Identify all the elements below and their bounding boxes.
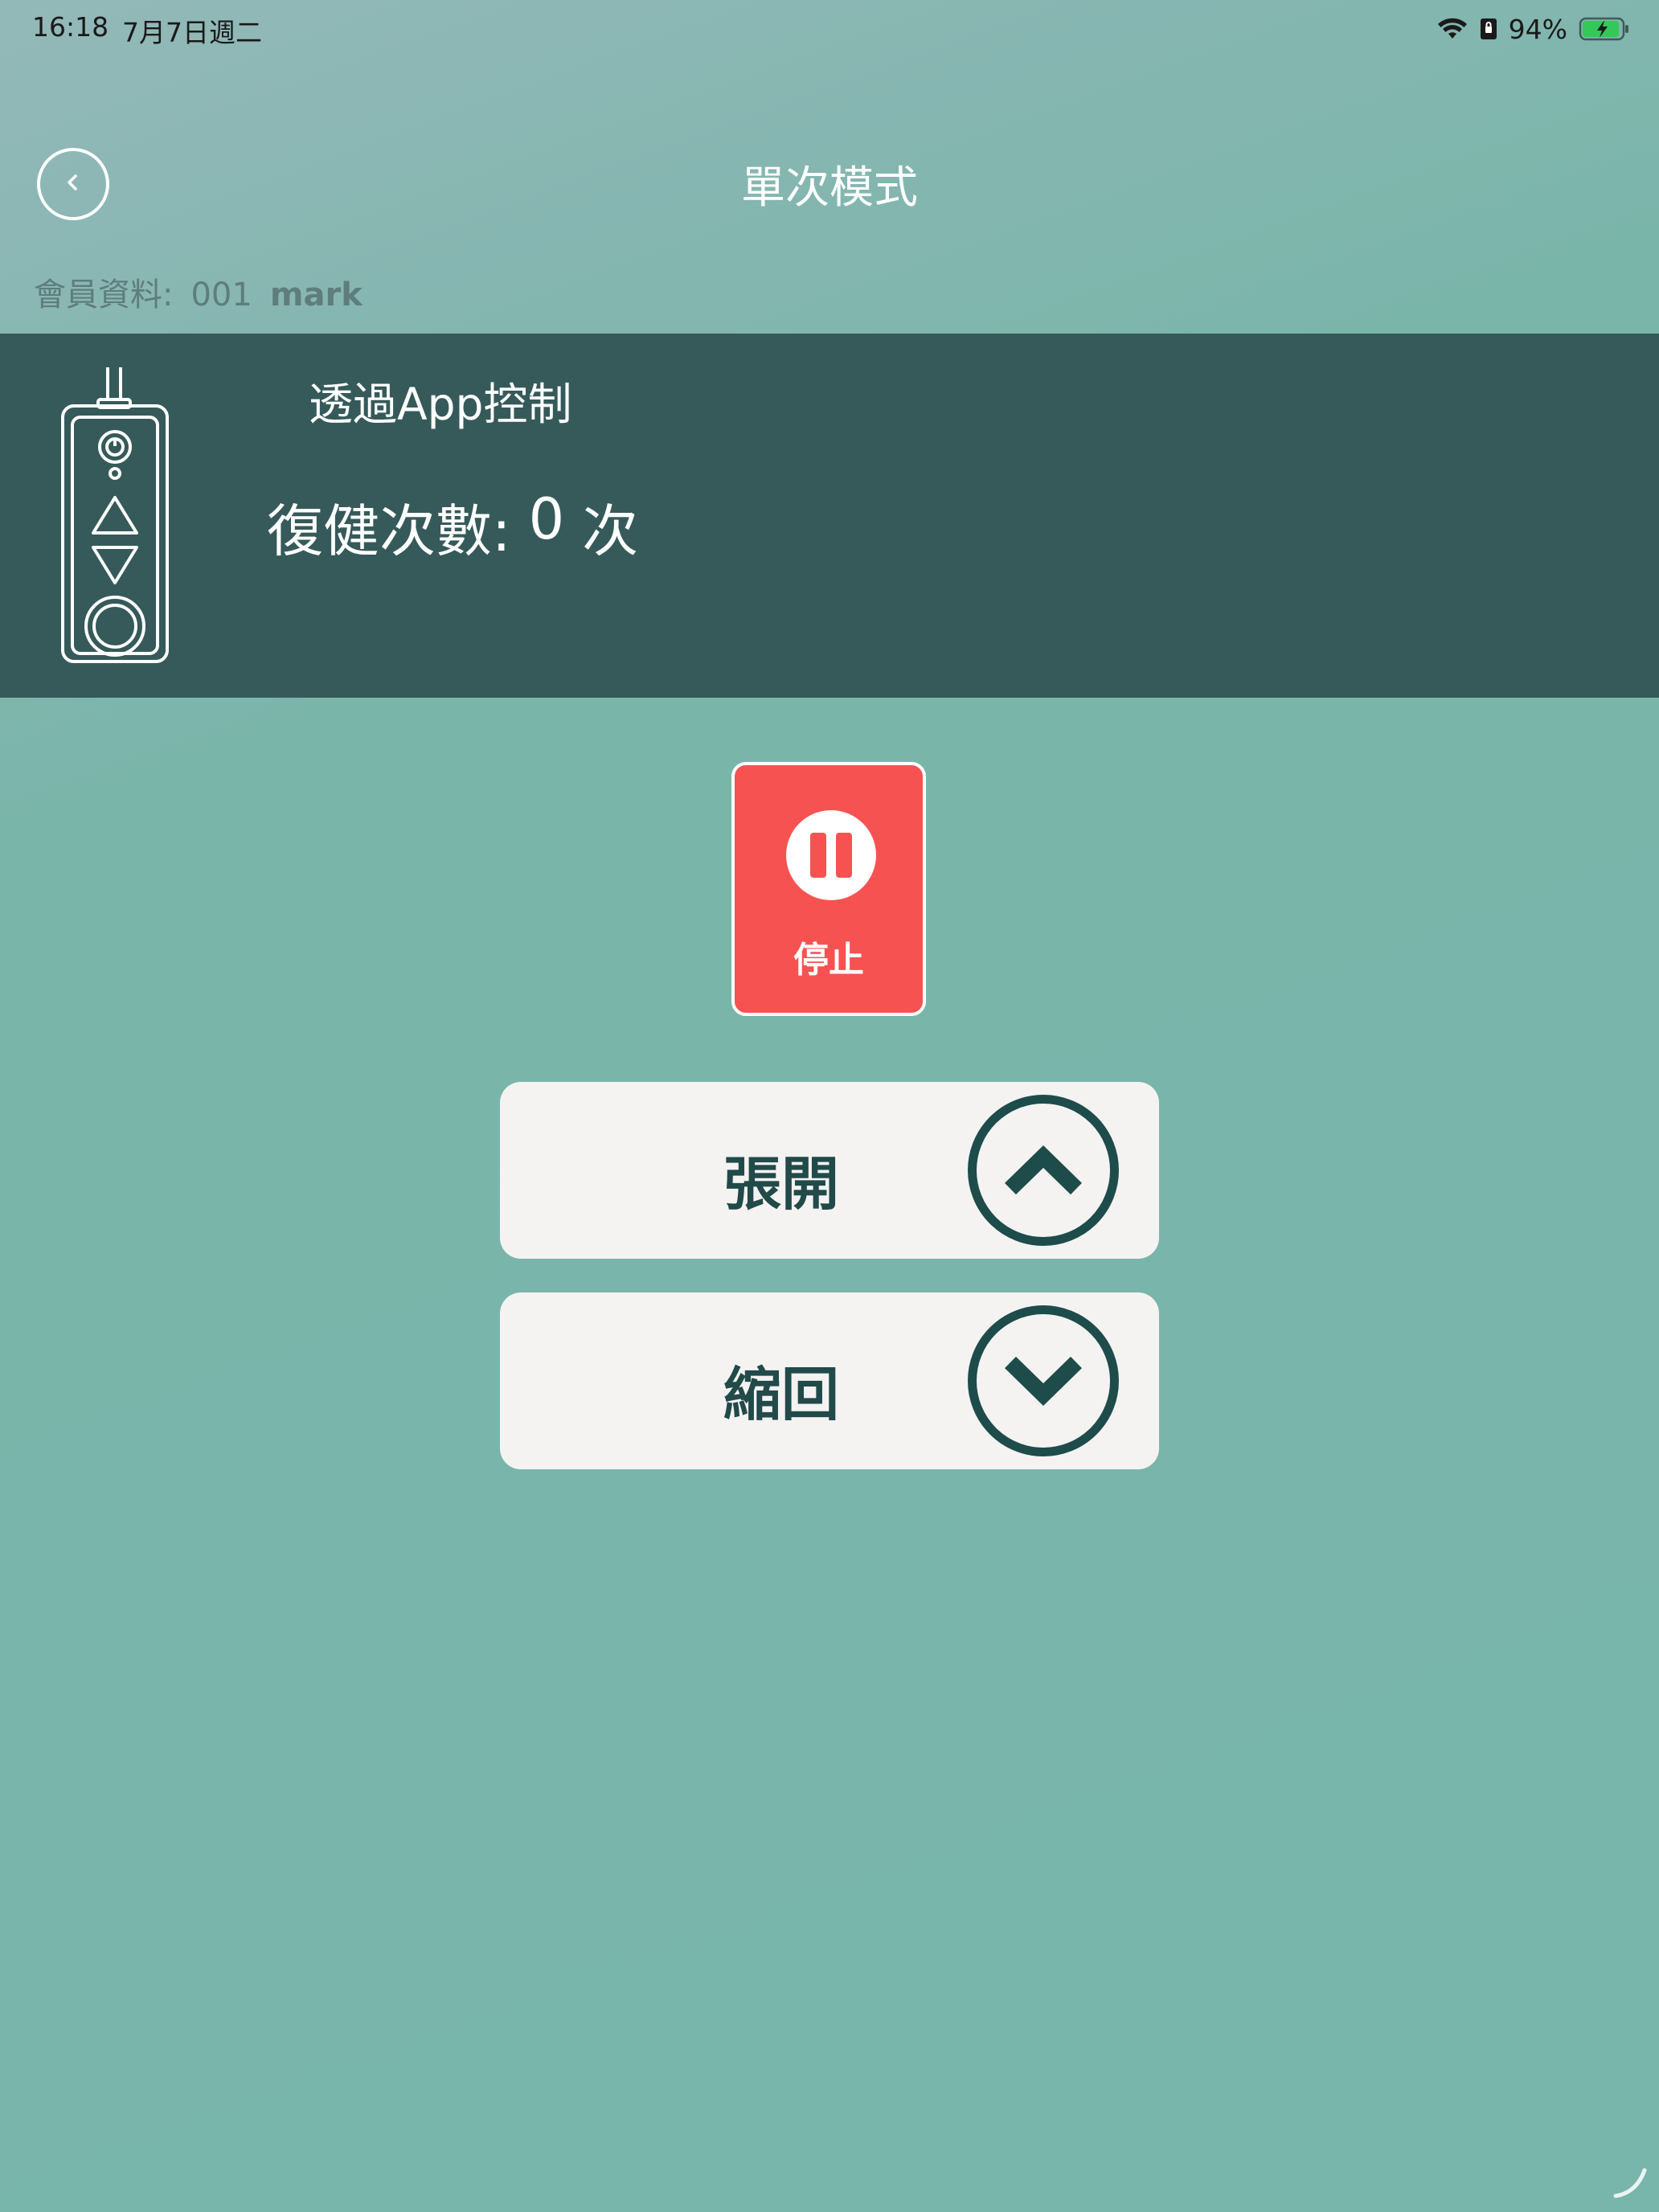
corner-handle-icon bbox=[1612, 2164, 1648, 2202]
stop-button[interactable]: 停止 bbox=[731, 762, 926, 1016]
status-date: 7月7日週二 bbox=[122, 17, 262, 48]
battery-charging-icon bbox=[1579, 16, 1630, 42]
lock-rotation-icon bbox=[1480, 17, 1497, 41]
control-mode-text: 透過App控制 bbox=[309, 379, 572, 430]
member-label: 會員資料: bbox=[34, 276, 174, 313]
status-time: 16:18 bbox=[32, 11, 109, 43]
member-id: 001 bbox=[190, 276, 252, 313]
chevron-down-icon bbox=[968, 1305, 1119, 1456]
rehab-count-label: 復健次數: bbox=[267, 498, 511, 564]
pause-icon bbox=[786, 810, 876, 900]
stop-label: 停止 bbox=[793, 940, 864, 981]
info-panel bbox=[0, 334, 1659, 698]
retract-button[interactable]: 縮回 bbox=[500, 1292, 1159, 1469]
rehab-count-value: 0 bbox=[528, 486, 565, 552]
page-title: 單次模式 bbox=[740, 162, 918, 213]
status-indicators: 94% bbox=[1436, 10, 1630, 48]
wifi-icon bbox=[1436, 17, 1469, 41]
open-button[interactable]: 張開 bbox=[500, 1082, 1159, 1259]
status-bar: 16:18 7月7日週二 94% bbox=[0, 0, 1659, 58]
rehab-count-unit: 次 bbox=[582, 498, 639, 564]
remote-control-icon bbox=[56, 364, 175, 670]
battery-percent: 94% bbox=[1508, 13, 1567, 45]
member-info: 會員資料: 001 mark bbox=[34, 268, 363, 315]
member-name: mark bbox=[269, 276, 363, 313]
rehab-count: 復健次數: 0 次 bbox=[267, 486, 638, 567]
chevron-up-icon bbox=[968, 1095, 1119, 1246]
